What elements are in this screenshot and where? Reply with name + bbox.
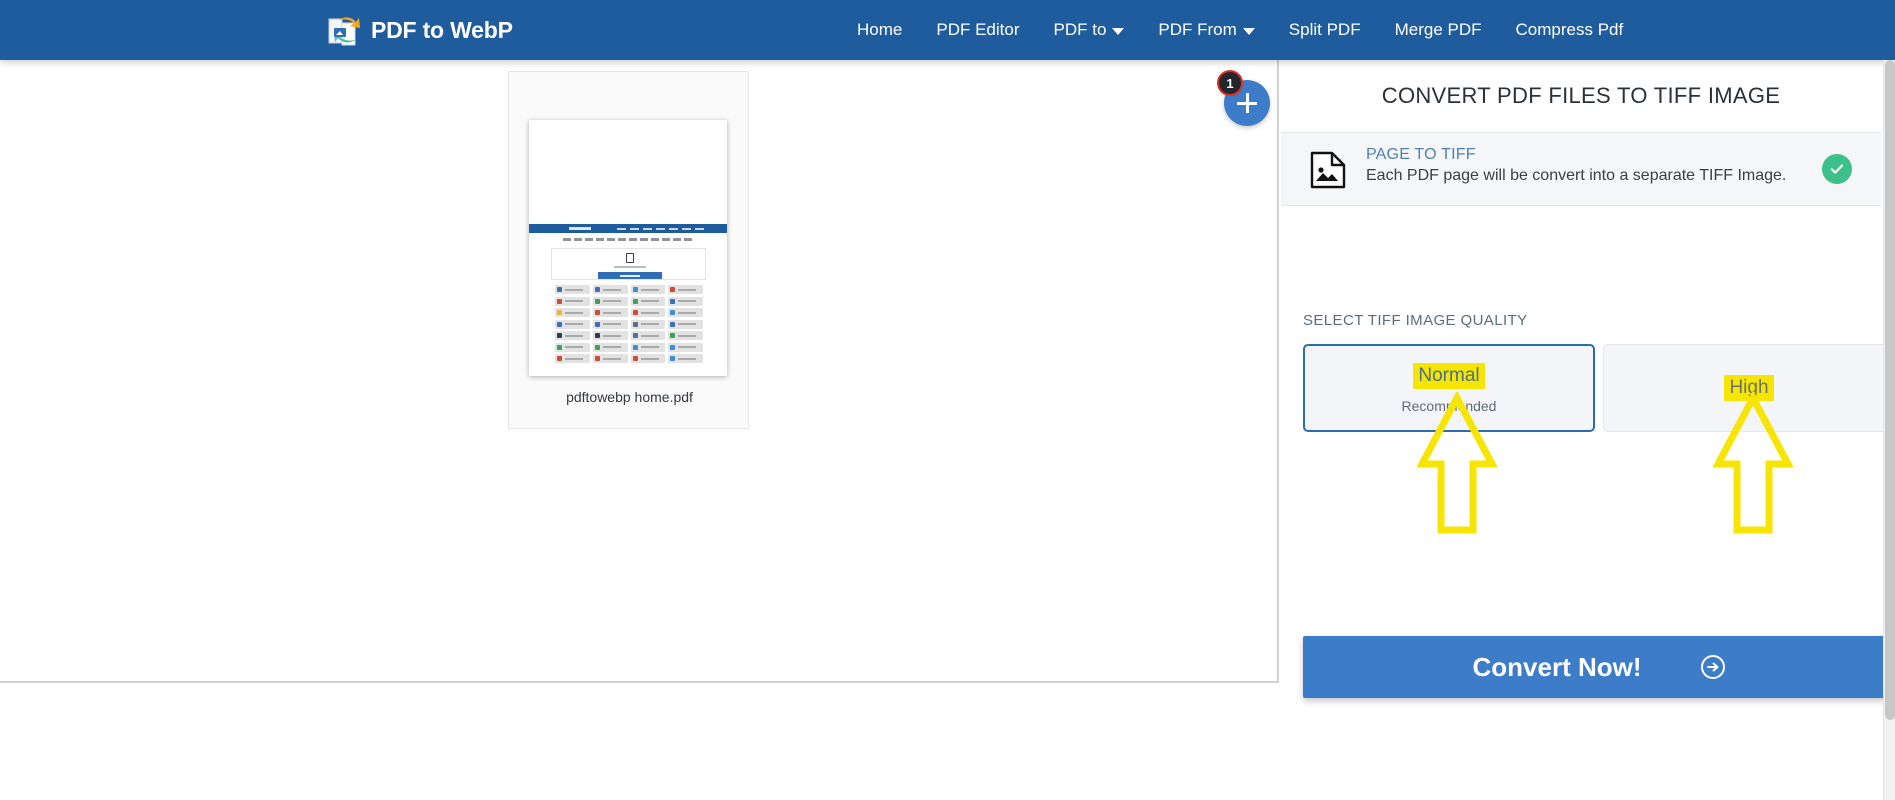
pdf-convert-logo-icon [325, 10, 365, 50]
thumbnail-tile [630, 285, 666, 294]
page-to-tiff-title: PAGE TO TIFF [1366, 146, 1476, 163]
thumbnail-tile [668, 354, 703, 363]
thumbnail-tile [630, 308, 666, 317]
thumbnail-tile [668, 342, 703, 352]
check-circle-icon [1822, 154, 1852, 184]
thumbnail-tile [555, 296, 590, 306]
convert-now-button[interactable]: Convert Now! [1303, 636, 1895, 698]
brand-logo-link[interactable]: PDF to WebP [325, 6, 513, 54]
nav-item-pdf-to[interactable]: PDF to [1037, 0, 1142, 60]
thumbnail-mini-droptext [614, 266, 646, 269]
thumbnail-file-icon [626, 253, 634, 263]
image-file-icon [1308, 150, 1348, 190]
thumbnail-mini-logo [569, 227, 591, 230]
thumbnail-tile [668, 285, 703, 294]
nav-item-home[interactable]: Home [840, 0, 919, 60]
file-thumbnail-preview [529, 120, 727, 376]
nav-item-compress-pdf[interactable]: Compress Pdf [1499, 0, 1641, 60]
nav-item-pdf-from[interactable]: PDF From [1141, 0, 1271, 60]
chevron-down-icon [1112, 28, 1125, 35]
quality-option-normal-label: Normal [1413, 362, 1485, 389]
nav-item-pdf-to-label: PDF to [1053, 20, 1107, 39]
nav-item-home-label: Home [857, 20, 903, 39]
thumbnail-tile [555, 308, 590, 317]
thumbnail-tile [668, 296, 703, 306]
nav-item-pdf-from-label: PDF From [1158, 20, 1237, 39]
thumbnail-mini-tool-grid [555, 285, 703, 363]
nav-links: Home PDF Editor PDF to PDF From Split PD… [840, 0, 1640, 60]
thumbnail-tile [630, 342, 666, 352]
quality-section-label: SELECT TIFF IMAGE QUALITY [1303, 312, 1528, 329]
annotation-arrow-high [1712, 390, 1794, 542]
thumbnail-mini-button [598, 272, 662, 279]
nav-item-pdf-editor-label: PDF Editor [936, 20, 1020, 39]
thumbnail-tile [555, 331, 590, 340]
thumbnail-tile [555, 342, 590, 352]
arrow-right-circle-icon [1700, 654, 1726, 680]
thumbnail-tile [555, 354, 590, 363]
thumbnail-mini-navlinks [617, 227, 707, 230]
panel-title: CONVERT PDF FILES TO TIFF IMAGE [1381, 83, 1781, 108]
thumbnail-tile [592, 285, 628, 294]
thumbnail-mini-dropzone [551, 248, 706, 280]
file-name-label: pdftowebp home.pdf [566, 389, 693, 405]
thumbnail-tile [592, 296, 628, 306]
thumbnail-tile [592, 354, 628, 363]
thumbnail-tile [555, 285, 590, 294]
nav-item-merge-pdf[interactable]: Merge PDF [1378, 0, 1499, 60]
thumbnail-tile [592, 342, 628, 352]
thumbnail-tile [592, 331, 628, 340]
thumbnail-mini-heading [563, 238, 693, 241]
brand-name: PDF to WebP [371, 16, 513, 43]
page-scrollbar[interactable] [1883, 60, 1895, 800]
nav-item-compress-pdf-label: Compress Pdf [1515, 20, 1624, 39]
nav-item-split-pdf-label: Split PDF [1288, 20, 1361, 39]
convert-now-label: Convert Now! [1472, 651, 1642, 682]
nav-item-pdf-editor[interactable]: PDF Editor [919, 0, 1036, 60]
thumbnail-tile [630, 319, 666, 329]
thumbnail-tile [592, 308, 628, 317]
top-navigation-bar: PDF to WebP Home PDF Editor PDF to PDF F… [0, 0, 1895, 60]
page-to-tiff-option[interactable]: PAGE TO TIFF Each PDF page will be conve… [1281, 132, 1881, 206]
thumbnail-tile [592, 319, 628, 329]
conversion-settings-panel: CONVERT PDF FILES TO TIFF IMAGE PAGE TO … [1281, 60, 1895, 800]
page-to-tiff-texts: PAGE TO TIFF Each PDF page will be conve… [1366, 146, 1786, 185]
thumbnail-mini-navbar [529, 224, 727, 233]
thumbnail-tile [555, 319, 590, 329]
annotation-arrow-normal [1416, 390, 1498, 542]
nav-item-split-pdf[interactable]: Split PDF [1272, 0, 1378, 60]
thumbnail-tile [668, 319, 703, 329]
nav-item-merge-pdf-label: Merge PDF [1394, 20, 1482, 39]
thumbnail-tile [630, 354, 666, 363]
file-card[interactable]: pdftowebp home.pdf [508, 71, 749, 429]
thumbnail-tile [630, 331, 666, 340]
page-scrollbar-thumb[interactable] [1885, 60, 1895, 720]
chevron-down-icon [1242, 28, 1255, 35]
page-to-tiff-description: Each PDF page will be convert into a sep… [1366, 167, 1787, 184]
thumbnail-tile [668, 331, 703, 340]
thumbnail-tile [630, 296, 666, 306]
file-workspace: pdftowebp home.pdf [0, 60, 1279, 683]
file-count-badge: 1 [1217, 70, 1243, 96]
thumbnail-tile [668, 308, 703, 317]
